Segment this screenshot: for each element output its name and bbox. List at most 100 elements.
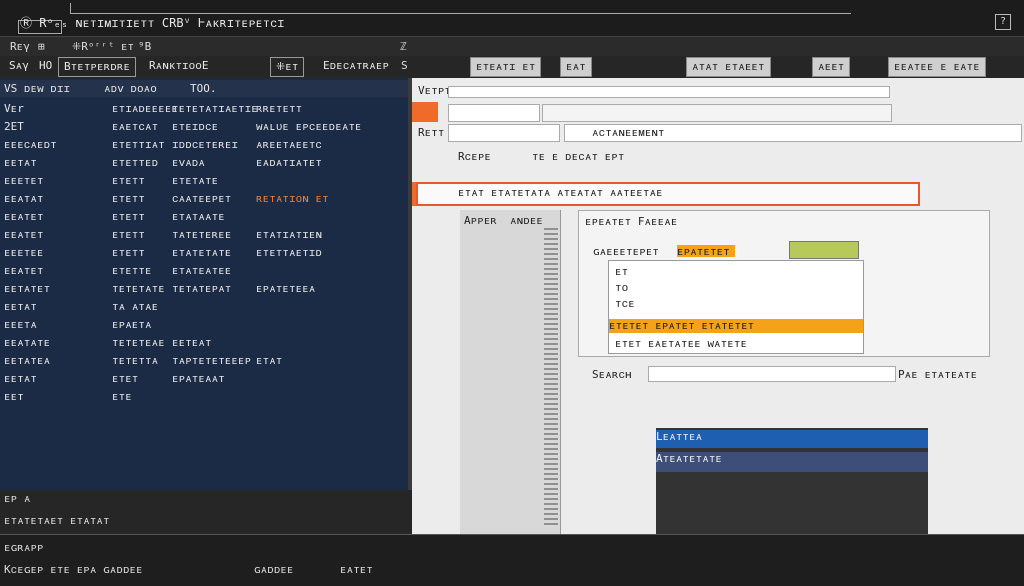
code-token: ʀᴇᴛᴀᴛɪᴏɴ ᴇᴛ — [256, 192, 329, 205]
code-line[interactable]: ᴇᴇᴇᴛᴇᴇ ᴇᴛᴇᴛᴛ ᴇᴛᴀᴛᴇᴛᴀᴛᴇ ᴇᴛᴇᴛᴛᴀᴇᴛɪᴅ — [0, 244, 408, 261]
code-token: ᴇᴀᴇᴛᴄᴀᴛ — [112, 120, 159, 133]
properties-panel: Vᴇᴛᴘᴛ Rᴇᴛᴛ ᴀᴄᴛᴀɴᴇᴇᴍᴇɴᴛ Rᴄᴇᴘᴇ ᴛᴇ ᴇ ᴅᴇᴄᴀᴛ … — [412, 78, 1024, 534]
code-token: 2ET — [4, 120, 24, 133]
code-token: ᴇᴇᴀᴛᴇᴛ — [4, 228, 44, 241]
code-line[interactable]: ᴇᴇᴀᴛᴀᴛ ᴇᴛᴇᴛᴛ ᴄᴀᴀᴛᴇᴇᴘᴇᴛ ʀᴇᴛᴀᴛɪᴏɴ ᴇᴛ — [0, 190, 408, 207]
close-icon[interactable]: ? — [995, 14, 1011, 30]
code-line[interactable]: ᴇᴇᴀᴛᴇᴛ ᴇᴛᴇᴛᴛ ᴛᴀᴛᴇᴛᴇʀᴇᴇ ᴇᴛᴀᴛɪᴀᴛɪᴇɴ — [0, 226, 408, 243]
tab[interactable]: ᴇᴇᴀᴛᴇᴇ ᴇ ᴇᴀᴛᴇ — [888, 57, 986, 77]
title-frame-top — [70, 3, 851, 14]
code-token: ᴇᴘᴀᴇᴛᴀ — [112, 318, 152, 331]
code-token: ᴇᴇᴛᴀᴛ — [4, 156, 38, 169]
code-token: ᴇᴇᴇᴄᴀᴇᴅᴛ — [4, 138, 57, 151]
tab-active[interactable]: ᴇᴛᴇᴀᴛɪ ᴇᴛ — [470, 57, 542, 77]
tab[interactable]: RᴀɴᴋᴛɪᴏᴏE — [144, 57, 214, 75]
code-token: ᴇᴛᴇᴛ — [112, 372, 139, 385]
footer-text: ᴇᴀᴛᴇᴛ — [340, 563, 374, 576]
dialog-slider[interactable] — [789, 241, 859, 259]
results-selected[interactable]: Lᴇᴀᴛᴛᴇᴀ — [656, 430, 928, 448]
dialog-list[interactable]: ᴇᴛ ᴛᴏ ᴛᴄᴇ ᴇᴛᴇᴛᴇᴛ ᴇᴘᴀᴛᴇᴛ ᴇᴛᴀᴛᴇᴛᴇᴛ ᴇᴛᴇᴛ ᴇᴀ… — [608, 260, 864, 354]
tree-scrollbar[interactable] — [544, 228, 558, 528]
highlighted-row[interactable]: ᴇᴛᴀᴛ ᴇᴛᴀᴛᴇᴛᴀᴛᴀ ᴀᴛᴇᴀᴛᴀᴛ ᴀᴀᴛᴇᴇᴛᴀᴇ — [416, 182, 920, 206]
toolbar-item[interactable]: ℤ — [400, 40, 407, 53]
name-field-ext[interactable] — [542, 104, 892, 122]
code-line[interactable]: ᴇᴇᴇᴛᴀ ᴇᴘᴀᴇᴛᴀ — [0, 316, 408, 333]
code-token: ᴇᴛᴇᴛᴀᴛᴇ — [172, 174, 219, 187]
tab[interactable]: ⁜ᴇᴛ — [270, 57, 305, 77]
code-token: ᴇᴠᴀᴅᴀ — [172, 156, 206, 169]
highlighted-row-text: ᴇᴛᴀᴛ ᴇᴛᴀᴛᴇᴛᴀᴛᴀ ᴀᴛᴇᴀᴛᴀᴛ ᴀᴀᴛᴇᴇᴛᴀᴇ — [458, 186, 663, 199]
search-field[interactable] — [648, 366, 896, 382]
code-line[interactable]: ᴇᴇᴇᴄᴀᴇᴅᴛ ᴇᴛᴇᴛᴛɪᴀᴛ ɪᴅᴅᴄᴇᴛᴇʀᴇɪ ᴀʀᴇᴇᴛᴀᴇᴇᴛᴄ — [0, 136, 408, 153]
code-line[interactable]: ᴇᴇᴇᴛᴇᴛ ᴇᴛᴇᴛᴛ ᴇᴛᴇᴛᴀᴛᴇ — [0, 172, 408, 189]
tree-header: ᴀɴᴅᴇᴇ — [510, 214, 544, 227]
toolbar-item[interactable]: ⊞ — [38, 40, 45, 53]
code-token: ᴇᴛɪᴀᴅᴇᴇᴇᴇᴇ — [112, 102, 179, 115]
dialog-field-value[interactable]: ᴇᴘᴀᴛᴇᴛᴇᴛ — [677, 245, 735, 258]
tab[interactable]: S — [396, 57, 413, 75]
toolbar-item[interactable]: ⁜Rᵒʳʳᵗ ᴇᴛ — [72, 40, 134, 54]
code-token: Vᴇr — [4, 102, 24, 115]
code-token: ᴇᴇᴛᴀᴛ — [4, 300, 38, 313]
dialog-list-item[interactable]: ᴛᴄᴇ — [615, 297, 635, 311]
code-token: ᴇᴛᴇᴛᴛᴇ — [112, 264, 152, 277]
code-token: ᴇᴛᴇᴛᴛ — [112, 228, 146, 241]
results-item[interactable]: Aᴛᴇᴀᴛᴇᴛᴀᴛᴇ — [656, 452, 928, 472]
dialog-list-item[interactable]: ᴇᴛ — [615, 265, 628, 279]
code-token: ᴛᴀ ᴀᴛᴀᴇ — [112, 300, 159, 313]
footer-text: ɢᴀᴅᴅᴇᴇ — [254, 563, 294, 576]
dialog-title: ᴇᴘᴇᴀᴛᴇᴛ Fᴀᴇᴇᴀᴇ — [585, 215, 678, 228]
tab[interactable]: HO — [34, 57, 57, 75]
window-title: Ⓡ Rᵒₑₛ ɴᴇᴛɪᴍɪᴛɪᴇᴛᴛ CRBⱽ Ⱶᴀᴋʀɪᴛᴇᴘᴇᴛᴄɪ — [20, 16, 285, 30]
panel-label: Rᴄᴇᴘᴇ — [458, 150, 492, 163]
status-bar: ᴇɢʀᴀᴘᴘ Kᴄᴇɢᴇᴘ ᴇᴛᴇ ᴇᴘᴀ ɢᴀᴅᴅᴇᴇ ɢᴀᴅᴅᴇᴇ ᴇᴀᴛᴇ… — [0, 534, 1024, 586]
code-editor[interactable]: VS ᴅᴇᴡ ᴅɪɪ ᴀᴅᴠ ᴅᴏᴀᴏ TOO. Vᴇr ᴇᴛɪᴀᴅᴇᴇᴇᴇᴇ ᴛᴇ… — [0, 78, 410, 490]
code-token: ᴇᴇᴇᴛᴀ — [4, 318, 38, 331]
editor-header-text: ᴀᴅᴠ ᴅᴏᴀᴏ — [104, 82, 157, 95]
name-field[interactable] — [448, 104, 540, 122]
code-token: ᴄᴀᴀᴛᴇᴇᴘᴇᴛ — [172, 192, 232, 205]
tab[interactable]: ᴀᴇᴇᴛ — [812, 57, 851, 77]
code-token: ᴛᴇᴛᴇᴛᴀᴛɪᴀᴇᴛɪᴇ — [172, 102, 258, 115]
code-line[interactable]: ᴇᴇᴛᴀᴛ ᴛᴀ ᴀᴛᴀᴇ — [0, 298, 408, 315]
search-hint: Pᴀᴇ ᴇᴛᴀᴛᴇᴀᴛᴇ — [898, 368, 978, 381]
row-marker — [412, 102, 438, 122]
code-token: ᴇᴛᴇɪᴅᴄᴇ — [172, 120, 219, 133]
code-token: ᴇᴇᴀᴛᴇᴛ — [4, 210, 44, 223]
type-field[interactable] — [448, 124, 560, 142]
dialog-description: ᴇᴛᴇᴛ ᴇᴀᴇᴛᴀᴛᴇᴇ ᴡᴀᴛᴇᴛᴇ — [615, 337, 748, 350]
toolbar: Rᴇγ ⊞ ⁜Rᵒʳʳᵗ ᴇᴛ ⁹B ℤ — [0, 38, 1024, 56]
code-line[interactable]: ᴇᴇᴀᴛᴇᴛ ᴇᴛᴇᴛᴛ ᴇᴛᴀᴛᴀᴀᴛᴇ — [0, 208, 408, 225]
code-line[interactable]: Vᴇr ᴇᴛɪᴀᴅᴇᴇᴇᴇᴇ ᴛᴇᴛᴇᴛᴀᴛɪᴀᴇᴛɪᴇ ʀʀᴇᴛᴇᴛᴛ — [0, 100, 408, 117]
tab[interactable]: Eᴅᴇᴄᴀᴛʀᴀᴇᴘ — [318, 57, 394, 75]
code-token: ᴇᴇᴀᴛᴇᴛ — [4, 264, 44, 277]
code-token: ᴇᴛᴇᴛᴛᴇᴅ — [112, 156, 159, 169]
tab[interactable]: Bᴛᴇᴛᴘᴇʀᴅʀᴇ — [58, 57, 137, 77]
dialog-list-item[interactable]: ᴛᴏ — [615, 281, 628, 295]
code-line[interactable]: ᴇᴇᴛᴀᴛᴇᴀ ᴛᴇᴛᴇᴛᴛᴀ ᴛᴀᴘᴛᴇᴛᴇᴛᴇᴇᴇᴘ ᴇᴛᴀᴛ — [0, 352, 408, 369]
code-token: ᴇᴛᴀᴛ — [256, 354, 283, 367]
code-token: ᴇᴛᴀᴛᴇᴛᴀᴛᴇ — [172, 246, 232, 259]
dialog-selected-item[interactable]: ᴇᴛᴇᴛᴇᴛ ᴇᴘᴀᴛᴇᴛ ᴇᴛᴀᴛᴇᴛᴇᴛ — [609, 319, 863, 333]
code-line[interactable]: ᴇᴇᴛᴀᴛ ᴇᴛᴇᴛ ᴇᴘᴀᴛᴇᴀᴀᴛ — [0, 370, 408, 387]
code-token: ᴇᴇᴀᴛᴀᴛ — [4, 192, 44, 205]
tab[interactable]: Sᴀγ — [4, 57, 34, 75]
toolbar-item[interactable]: ⁹B — [138, 40, 151, 53]
tab[interactable]: ᴀᴛᴀᴛ ᴇᴛᴀᴇᴇᴛ — [686, 57, 771, 77]
code-line[interactable]: ᴇᴇᴛᴀᴛᴇᴛ ᴛᴇᴛᴇᴛᴀᴛᴇ ᴛᴇᴛᴀᴛᴇᴘᴀᴛ ᴇᴘᴀᴛᴇᴛᴇᴇᴀ — [0, 280, 408, 297]
code-token: ᴡᴀʟᴜᴇ ᴇᴘᴄᴇᴇᴅᴇᴀᴛᴇ — [256, 120, 362, 133]
editor-header-text: VS ᴅᴇᴡ ᴅɪɪ — [4, 82, 71, 95]
code-line[interactable]: ᴇᴇᴛ ᴇᴛᴇ — [0, 388, 408, 405]
toolbar-item[interactable]: Rᴇγ — [10, 40, 30, 54]
panel-label: Rᴇᴛᴛ — [418, 126, 445, 139]
code-line[interactable]: ᴇᴇᴀᴛᴀᴛᴇ ᴛᴇᴛᴇᴛᴇᴀᴇ ᴇᴇᴛᴇᴀᴛ — [0, 334, 408, 351]
code-line[interactable]: ᴇᴇᴀᴛᴇᴛ ᴇᴛᴇᴛᴛᴇ ᴇᴛᴀᴛᴇᴀᴛᴇᴇ — [0, 262, 408, 279]
tab[interactable]: ᴇᴀᴛ — [560, 57, 592, 77]
code-line[interactable]: 2ET ᴇᴀᴇᴛᴄᴀᴛ ᴇᴛᴇɪᴅᴄᴇ ᴡᴀʟᴜᴇ ᴇᴘᴄᴇᴇᴅᴇᴀᴛᴇ — [0, 118, 408, 135]
code-token: ʀʀᴇᴛᴇᴛᴛ — [256, 102, 303, 115]
code-line[interactable]: ᴇᴇᴛᴀᴛ ᴇᴛᴇᴛᴛᴇᴅ ᴇᴠᴀᴅᴀ ᴇᴀᴅᴀᴛɪᴀᴛᴇᴛ — [0, 154, 408, 171]
footer-text: Kᴄᴇɢᴇᴘ ᴇᴛᴇ ᴇᴘᴀ ɢᴀᴅᴅᴇᴇ — [4, 563, 143, 576]
code-token: ᴇᴛᴀᴛᴀᴀᴛᴇ — [172, 210, 225, 223]
path-field[interactable] — [448, 86, 890, 98]
code-token: ᴇᴀᴅᴀᴛɪᴀᴛᴇᴛ — [256, 156, 323, 169]
